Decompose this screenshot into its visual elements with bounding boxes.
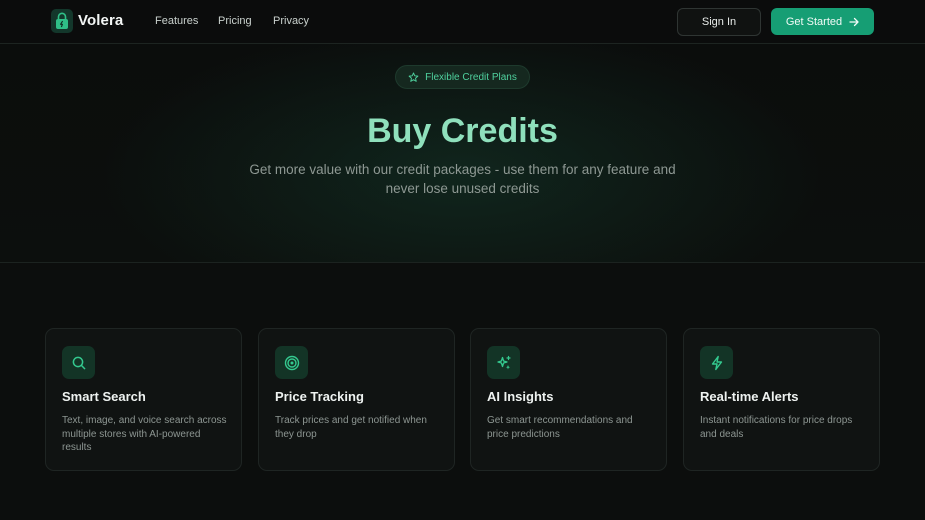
sparkles-icon xyxy=(487,346,520,379)
feature-description: Track prices and get notified when they … xyxy=(275,415,427,440)
feature-card-realtime-alerts: Real-time Alerts Instant notifications f… xyxy=(683,328,880,471)
credit-plans-badge: Flexible Credit Plans xyxy=(395,65,530,89)
page-title: Buy Credits xyxy=(367,112,558,150)
get-started-label: Get Started xyxy=(785,15,843,28)
search-icon xyxy=(62,346,95,379)
feature-description: Get smart recommendations and price pred… xyxy=(487,415,633,440)
star-icon xyxy=(408,71,419,82)
brand-name[interactable]: Volera xyxy=(78,12,123,29)
hero-section: Flexible Credit Plans Buy Credits Get mo… xyxy=(0,44,925,263)
nav-link-privacy[interactable]: Privacy xyxy=(273,15,309,27)
get-started-button[interactable]: Get Started xyxy=(771,8,874,35)
feature-title: AI Insights xyxy=(487,389,554,404)
feature-title: Real-time Alerts xyxy=(700,389,799,404)
feature-card-ai-insights: AI Insights Get smart recommendations an… xyxy=(470,328,667,471)
target-icon xyxy=(275,346,308,379)
sign-in-button[interactable]: Sign In xyxy=(677,8,761,36)
feature-description: Text, image, and voice search across mul… xyxy=(62,415,227,453)
feature-card-price-tracking: Price Tracking Track prices and get noti… xyxy=(258,328,455,471)
feature-title: Price Tracking xyxy=(275,389,364,404)
feature-description: Instant notifications for price drops an… xyxy=(700,415,853,440)
sign-in-label: Sign In xyxy=(701,16,737,28)
feature-title: Smart Search xyxy=(62,389,146,404)
badge-label: Flexible Credit Plans xyxy=(425,71,517,83)
nav-link-pricing[interactable]: Pricing xyxy=(218,15,252,27)
lightning-icon xyxy=(700,346,733,379)
top-nav: Volera Features Pricing Privacy Sign In … xyxy=(0,0,925,44)
feature-card-smart-search: Smart Search Text, image, and voice sear… xyxy=(45,328,242,471)
hero-subtitle: Get more value with our credit packages … xyxy=(249,162,676,196)
nav-link-features[interactable]: Features xyxy=(155,15,198,27)
arrow-right-icon xyxy=(849,17,859,26)
lock-logo-icon[interactable] xyxy=(51,9,73,33)
